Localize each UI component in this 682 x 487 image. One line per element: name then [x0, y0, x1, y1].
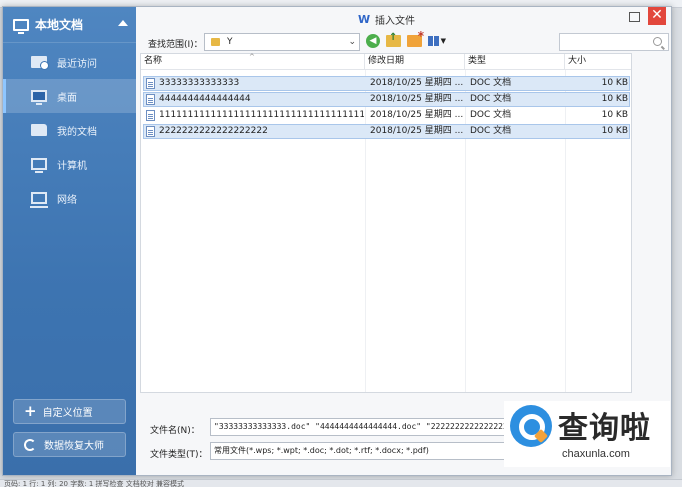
doc-file-icon [146, 94, 155, 105]
collapse-icon[interactable] [118, 20, 128, 26]
computer-icon [31, 158, 47, 173]
dialog-title: 插入文件 [375, 16, 415, 27]
filetype-select[interactable]: 常用文件(*.wps; *.wpt; *.doc; *.dot; *.rtf; … [210, 442, 510, 460]
background-app-statusbar: 页码: 1 行: 1 列: 20 字数: 1 拼写检查 文档校对 兼容模式 [0, 479, 682, 487]
doc-file-icon [146, 126, 155, 137]
network-icon [30, 192, 48, 208]
file-type: DOC 文档 [470, 110, 512, 120]
custom-location-button[interactable]: + 自定义位置 [13, 399, 126, 424]
plus-icon: + [24, 402, 37, 420]
sidebar-item-my-documents[interactable]: 我的文档 [3, 113, 136, 147]
filetype-label: 文件类型(T)： [150, 450, 208, 460]
sidebar-item-label: 最近访问 [57, 58, 97, 70]
search-input[interactable] [559, 33, 669, 51]
column-modified-label: 修改日期 [368, 56, 405, 66]
sidebar-item-label: 网络 [57, 194, 77, 206]
file-name: 33333333333333 [159, 78, 240, 88]
sidebar-item-label: 计算机 [57, 160, 87, 172]
computer-icon [13, 18, 29, 34]
file-size: 10 KB [601, 78, 628, 88]
search-icon [653, 37, 662, 46]
watermark-en: chaxunla.com [562, 448, 630, 460]
sidebar-item-label: 我的文档 [57, 126, 97, 138]
data-recovery-button[interactable]: 数据恢复大师 [13, 432, 126, 457]
watermark: 查询啦 chaxunla.com [504, 401, 670, 467]
file-row-0[interactable]: 33333333333333 2018/10/25 星期四 ... DOC 文档… [143, 76, 630, 91]
lookin-select[interactable]: Y ⌄ [204, 33, 360, 51]
title-group: W 插入文件 [358, 12, 415, 27]
sidebar-list: 最近访问 桌面 我的文档 计算机 网络 [3, 45, 136, 215]
file-type: DOC 文档 [470, 94, 512, 104]
recent-icon [31, 56, 49, 70]
sidebar-header[interactable]: 本地文档 [3, 7, 136, 43]
wps-logo-icon: W [358, 13, 371, 26]
sort-caret-icon: ^ [249, 53, 255, 61]
screen: 本地文档 最近访问 桌面 我的文档 计算机 网络 + 自定义位置 数据恢复大师 … [0, 0, 682, 487]
filename-input[interactable]: "33333333333333.doc" "4444444444444444.d… [210, 418, 510, 436]
maximize-button[interactable] [629, 12, 640, 22]
column-name-label: 名称 [144, 56, 163, 66]
view-menu-button[interactable]: ▼ [428, 35, 446, 47]
custom-location-label: 自定义位置 [42, 408, 93, 419]
file-modified: 2018/10/25 星期四 ... [370, 78, 464, 88]
filename-label: 文件名(N)： [150, 426, 200, 436]
desktop-icon [31, 90, 47, 105]
view-grid-icon [428, 36, 439, 46]
file-size: 10 KB [601, 94, 628, 104]
lookin-row: 查找范围(I)： Y ⌄ ◀ ▼ [136, 29, 671, 53]
doc-file-icon [146, 78, 155, 89]
recovery-icon [24, 438, 36, 451]
file-type: DOC 文档 [470, 78, 512, 88]
column-header-name[interactable]: 名称 ^ [141, 53, 365, 70]
file-size: 10 KB [601, 110, 628, 120]
column-type-label: 类型 [468, 56, 487, 66]
close-icon: ✕ [651, 7, 663, 23]
column-header-modified[interactable]: 修改日期 [365, 54, 465, 70]
file-row-3[interactable]: 2222222222222222222 2018/10/25 星期四 ... D… [143, 124, 630, 139]
title-bar: W 插入文件 ✕ [136, 7, 671, 32]
sidebar-item-recent[interactable]: 最近访问 [3, 45, 136, 79]
doc-file-icon [146, 110, 155, 121]
column-header-type[interactable]: 类型 [465, 54, 565, 70]
list-header: 名称 ^ 修改日期 类型 大小 [141, 53, 631, 70]
sidebar-item-network[interactable]: 网络 [3, 181, 136, 215]
column-header-size[interactable]: 大小 [565, 54, 631, 70]
file-list: 名称 ^ 修改日期 类型 大小 33333333333333 2018/10/2… [140, 53, 632, 393]
sidebar-header-label: 本地文档 [35, 18, 84, 32]
statusbar-text: 页码: 1 行: 1 列: 20 字数: 1 拼写检查 文档校对 兼容模式 [4, 480, 184, 487]
lookin-value: Y [227, 37, 233, 47]
close-button[interactable]: ✕ [648, 7, 666, 25]
file-modified: 2018/10/25 星期四 ... [370, 126, 464, 136]
data-recovery-label: 数据恢复大师 [44, 441, 104, 452]
sidebar: 本地文档 最近访问 桌面 我的文档 计算机 网络 + 自定义位置 数据恢复大师 [3, 7, 136, 475]
file-name: 111111111111111111111111111111111111... [159, 110, 364, 120]
folder-icon [31, 124, 47, 136]
lookin-label: 查找范围(I)： [148, 40, 203, 50]
watermark-cn: 查询啦 [558, 411, 651, 446]
file-modified: 2018/10/25 星期四 ... [370, 94, 464, 104]
file-row-1[interactable]: 4444444444444444 2018/10/25 星期四 ... DOC … [143, 92, 630, 107]
new-folder-button[interactable] [407, 29, 424, 47]
back-button[interactable]: ◀ [366, 34, 380, 48]
chevron-down-icon: ⌄ [348, 37, 356, 47]
file-size: 10 KB [601, 126, 628, 136]
folder-icon [211, 38, 220, 46]
up-folder-button[interactable] [386, 32, 401, 47]
file-modified: 2018/10/25 星期四 ... [370, 110, 464, 120]
file-name: 4444444444444444 [159, 94, 251, 104]
toolbar-icons: ◀ ▼ [366, 29, 446, 48]
sidebar-item-label: 桌面 [57, 92, 77, 104]
file-type: DOC 文档 [470, 126, 512, 136]
file-name: 2222222222222222222 [159, 126, 268, 136]
watermark-logo-icon [510, 405, 552, 447]
sidebar-item-desktop[interactable]: 桌面 [3, 79, 136, 113]
sidebar-item-computer[interactable]: 计算机 [3, 147, 136, 181]
column-size-label: 大小 [568, 56, 587, 66]
file-row-2[interactable]: 111111111111111111111111111111111111... … [143, 108, 630, 123]
chevron-down-icon: ▼ [440, 37, 446, 45]
